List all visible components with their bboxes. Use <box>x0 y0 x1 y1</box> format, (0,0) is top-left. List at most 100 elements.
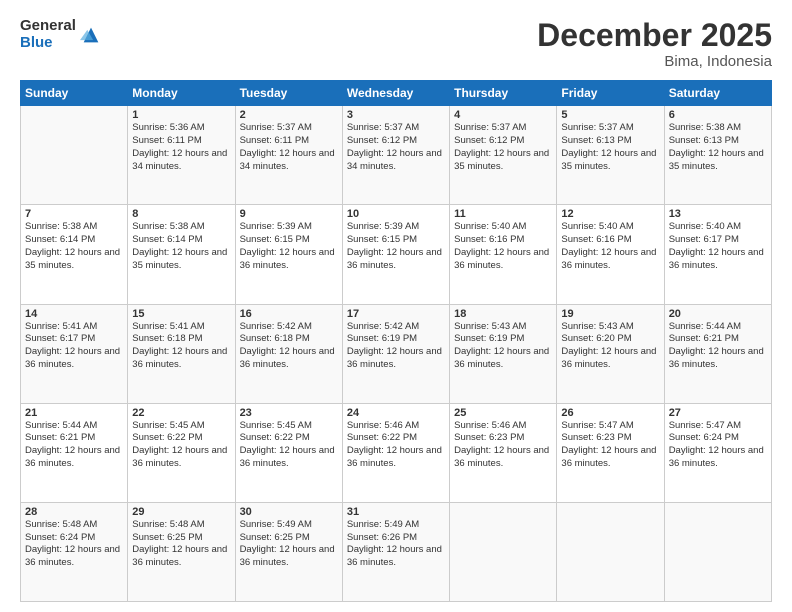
logo-blue: Blue <box>20 35 76 52</box>
logo: General Blue <box>20 18 102 51</box>
calendar-cell <box>21 106 128 205</box>
day-info: Sunrise: 5:42 AMSunset: 6:18 PMDaylight:… <box>240 321 338 372</box>
calendar-cell: 13Sunrise: 5:40 AMSunset: 6:17 PMDayligh… <box>664 205 771 304</box>
day-info: Sunrise: 5:43 AMSunset: 6:20 PMDaylight:… <box>561 321 659 372</box>
title-block: December 2025 Bima, Indonesia <box>537 18 772 70</box>
calendar-cell: 18Sunrise: 5:43 AMSunset: 6:19 PMDayligh… <box>450 304 557 403</box>
calendar-cell: 29Sunrise: 5:48 AMSunset: 6:25 PMDayligh… <box>128 502 235 601</box>
day-info: Sunrise: 5:46 AMSunset: 6:23 PMDaylight:… <box>454 420 552 471</box>
calendar-cell: 7Sunrise: 5:38 AMSunset: 6:14 PMDaylight… <box>21 205 128 304</box>
calendar-week-1: 1Sunrise: 5:36 AMSunset: 6:11 PMDaylight… <box>21 106 772 205</box>
day-number: 30 <box>240 506 338 518</box>
calendar-cell: 3Sunrise: 5:37 AMSunset: 6:12 PMDaylight… <box>342 106 449 205</box>
calendar-cell <box>450 502 557 601</box>
day-number: 6 <box>669 109 767 121</box>
col-tuesday: Tuesday <box>235 81 342 106</box>
calendar-cell: 6Sunrise: 5:38 AMSunset: 6:13 PMDaylight… <box>664 106 771 205</box>
day-number: 3 <box>347 109 445 121</box>
day-number: 2 <box>240 109 338 121</box>
calendar-cell: 17Sunrise: 5:42 AMSunset: 6:19 PMDayligh… <box>342 304 449 403</box>
day-info: Sunrise: 5:44 AMSunset: 6:21 PMDaylight:… <box>669 321 767 372</box>
day-info: Sunrise: 5:37 AMSunset: 6:11 PMDaylight:… <box>240 122 338 173</box>
day-number: 7 <box>25 208 123 220</box>
month-title: December 2025 <box>537 18 772 53</box>
day-info: Sunrise: 5:49 AMSunset: 6:26 PMDaylight:… <box>347 519 445 570</box>
calendar-week-2: 7Sunrise: 5:38 AMSunset: 6:14 PMDaylight… <box>21 205 772 304</box>
day-number: 12 <box>561 208 659 220</box>
day-info: Sunrise: 5:47 AMSunset: 6:23 PMDaylight:… <box>561 420 659 471</box>
day-number: 27 <box>669 407 767 419</box>
day-number: 21 <box>25 407 123 419</box>
calendar-cell: 1Sunrise: 5:36 AMSunset: 6:11 PMDaylight… <box>128 106 235 205</box>
day-info: Sunrise: 5:45 AMSunset: 6:22 PMDaylight:… <box>240 420 338 471</box>
calendar-cell: 19Sunrise: 5:43 AMSunset: 6:20 PMDayligh… <box>557 304 664 403</box>
col-saturday: Saturday <box>664 81 771 106</box>
day-number: 5 <box>561 109 659 121</box>
logo-icon <box>80 24 102 46</box>
calendar-cell: 4Sunrise: 5:37 AMSunset: 6:12 PMDaylight… <box>450 106 557 205</box>
day-info: Sunrise: 5:40 AMSunset: 6:17 PMDaylight:… <box>669 221 767 272</box>
calendar-cell: 31Sunrise: 5:49 AMSunset: 6:26 PMDayligh… <box>342 502 449 601</box>
day-number: 22 <box>132 407 230 419</box>
col-monday: Monday <box>128 81 235 106</box>
day-info: Sunrise: 5:39 AMSunset: 6:15 PMDaylight:… <box>347 221 445 272</box>
day-number: 24 <box>347 407 445 419</box>
day-number: 11 <box>454 208 552 220</box>
day-number: 13 <box>669 208 767 220</box>
day-info: Sunrise: 5:48 AMSunset: 6:24 PMDaylight:… <box>25 519 123 570</box>
col-wednesday: Wednesday <box>342 81 449 106</box>
calendar-cell: 5Sunrise: 5:37 AMSunset: 6:13 PMDaylight… <box>557 106 664 205</box>
calendar-week-4: 21Sunrise: 5:44 AMSunset: 6:21 PMDayligh… <box>21 403 772 502</box>
calendar-cell: 2Sunrise: 5:37 AMSunset: 6:11 PMDaylight… <box>235 106 342 205</box>
calendar-cell: 22Sunrise: 5:45 AMSunset: 6:22 PMDayligh… <box>128 403 235 502</box>
day-number: 31 <box>347 506 445 518</box>
day-info: Sunrise: 5:38 AMSunset: 6:13 PMDaylight:… <box>669 122 767 173</box>
day-number: 15 <box>132 308 230 320</box>
calendar-header-row: Sunday Monday Tuesday Wednesday Thursday… <box>21 81 772 106</box>
calendar-cell: 21Sunrise: 5:44 AMSunset: 6:21 PMDayligh… <box>21 403 128 502</box>
day-info: Sunrise: 5:37 AMSunset: 6:12 PMDaylight:… <box>454 122 552 173</box>
day-info: Sunrise: 5:41 AMSunset: 6:17 PMDaylight:… <box>25 321 123 372</box>
day-info: Sunrise: 5:48 AMSunset: 6:25 PMDaylight:… <box>132 519 230 570</box>
day-info: Sunrise: 5:39 AMSunset: 6:15 PMDaylight:… <box>240 221 338 272</box>
day-info: Sunrise: 5:40 AMSunset: 6:16 PMDaylight:… <box>561 221 659 272</box>
day-number: 8 <box>132 208 230 220</box>
calendar-cell: 10Sunrise: 5:39 AMSunset: 6:15 PMDayligh… <box>342 205 449 304</box>
day-number: 17 <box>347 308 445 320</box>
calendar-week-3: 14Sunrise: 5:41 AMSunset: 6:17 PMDayligh… <box>21 304 772 403</box>
calendar-cell: 11Sunrise: 5:40 AMSunset: 6:16 PMDayligh… <box>450 205 557 304</box>
day-number: 29 <box>132 506 230 518</box>
calendar-cell: 28Sunrise: 5:48 AMSunset: 6:24 PMDayligh… <box>21 502 128 601</box>
calendar-cell: 23Sunrise: 5:45 AMSunset: 6:22 PMDayligh… <box>235 403 342 502</box>
day-info: Sunrise: 5:38 AMSunset: 6:14 PMDaylight:… <box>132 221 230 272</box>
day-number: 25 <box>454 407 552 419</box>
calendar-cell <box>557 502 664 601</box>
col-friday: Friday <box>557 81 664 106</box>
day-number: 10 <box>347 208 445 220</box>
calendar-cell: 8Sunrise: 5:38 AMSunset: 6:14 PMDaylight… <box>128 205 235 304</box>
day-info: Sunrise: 5:37 AMSunset: 6:12 PMDaylight:… <box>347 122 445 173</box>
day-info: Sunrise: 5:46 AMSunset: 6:22 PMDaylight:… <box>347 420 445 471</box>
calendar-cell: 12Sunrise: 5:40 AMSunset: 6:16 PMDayligh… <box>557 205 664 304</box>
logo-general: General <box>20 18 76 35</box>
day-info: Sunrise: 5:43 AMSunset: 6:19 PMDaylight:… <box>454 321 552 372</box>
calendar-week-5: 28Sunrise: 5:48 AMSunset: 6:24 PMDayligh… <box>21 502 772 601</box>
day-info: Sunrise: 5:37 AMSunset: 6:13 PMDaylight:… <box>561 122 659 173</box>
calendar-cell: 25Sunrise: 5:46 AMSunset: 6:23 PMDayligh… <box>450 403 557 502</box>
calendar-cell: 9Sunrise: 5:39 AMSunset: 6:15 PMDaylight… <box>235 205 342 304</box>
day-info: Sunrise: 5:38 AMSunset: 6:14 PMDaylight:… <box>25 221 123 272</box>
day-info: Sunrise: 5:41 AMSunset: 6:18 PMDaylight:… <box>132 321 230 372</box>
day-info: Sunrise: 5:40 AMSunset: 6:16 PMDaylight:… <box>454 221 552 272</box>
day-number: 19 <box>561 308 659 320</box>
day-number: 4 <box>454 109 552 121</box>
calendar-cell: 30Sunrise: 5:49 AMSunset: 6:25 PMDayligh… <box>235 502 342 601</box>
day-info: Sunrise: 5:49 AMSunset: 6:25 PMDaylight:… <box>240 519 338 570</box>
calendar-table: Sunday Monday Tuesday Wednesday Thursday… <box>20 80 772 602</box>
page: General Blue December 2025 Bima, Indones… <box>0 0 792 612</box>
day-number: 1 <box>132 109 230 121</box>
col-sunday: Sunday <box>21 81 128 106</box>
calendar-cell: 16Sunrise: 5:42 AMSunset: 6:18 PMDayligh… <box>235 304 342 403</box>
day-number: 20 <box>669 308 767 320</box>
day-info: Sunrise: 5:44 AMSunset: 6:21 PMDaylight:… <box>25 420 123 471</box>
day-number: 26 <box>561 407 659 419</box>
